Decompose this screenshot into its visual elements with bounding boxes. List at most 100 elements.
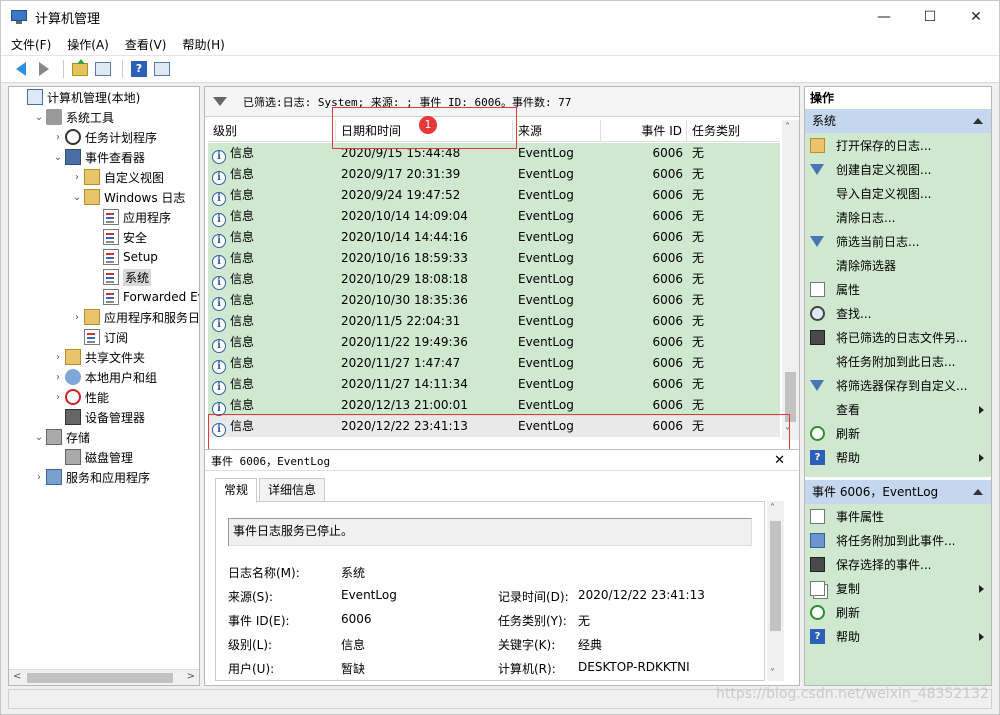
table-row[interactable]: i 信息 2020/11/27 14:11:34 EventLog 6006 无 [208, 374, 780, 395]
show-hide-console-tree-button[interactable] [93, 59, 113, 79]
column-level[interactable]: 级别 [208, 120, 336, 142]
tree-item[interactable]: › 性能 [51, 387, 109, 407]
tree-item[interactable]: 设备管理器 [51, 407, 145, 427]
action-item[interactable]: 事件属性 [805, 505, 991, 529]
menu-view[interactable]: 查看(V) [125, 36, 167, 53]
action-item[interactable]: 导入自定义视图... [805, 182, 991, 206]
tree-item[interactable]: ⌄ 存储 [32, 427, 90, 447]
action-item[interactable]: 将任务附加到此事件... [805, 529, 991, 553]
action-item[interactable]: 将已筛选的日志文件另... [805, 326, 991, 350]
back-button[interactable] [11, 59, 31, 79]
table-row[interactable]: i 信息 2020/9/17 20:31:39 EventLog 6006 无 [208, 164, 780, 185]
scroll-up-icon[interactable]: ˄ [770, 503, 775, 514]
expand-toggle-icon[interactable]: › [70, 312, 84, 323]
tree-item[interactable]: 系统 [89, 267, 152, 287]
action-item[interactable]: 创建自定义视图... [805, 158, 991, 182]
action-item[interactable]: 保存选择的事件... [805, 553, 991, 577]
forward-button[interactable] [34, 59, 54, 79]
minimize-button[interactable]: — [861, 1, 907, 33]
action-item[interactable]: 刷新 [805, 422, 991, 446]
tree-item[interactable]: 安全 [89, 227, 147, 247]
tree-item[interactable]: › 任务计划程序 [51, 127, 157, 147]
actions-section-system[interactable]: 系统 [805, 109, 991, 133]
actions-section-event[interactable]: 事件 6006，EventLog [805, 480, 991, 504]
up-one-level-button[interactable] [70, 58, 90, 79]
expand-toggle-icon[interactable]: › [51, 372, 65, 383]
action-item[interactable]: 查看 [805, 398, 991, 422]
table-row[interactable]: i 信息 2020/10/29 18:08:18 EventLog 6006 无 [208, 269, 780, 290]
table-row[interactable]: i 信息 2020/12/13 21:00:01 EventLog 6006 无 [208, 395, 780, 416]
scroll-up-icon[interactable]: ˄ [785, 122, 790, 133]
close-detail-icon[interactable]: ✕ [774, 450, 785, 472]
expand-toggle-icon[interactable]: › [51, 352, 65, 363]
action-item[interactable]: ? 帮助 [805, 446, 991, 470]
collapse-up-icon[interactable] [973, 118, 983, 124]
tree-item[interactable]: ⌄ 系统工具 [32, 107, 114, 127]
tree-item[interactable]: › 共享文件夹 [51, 347, 145, 367]
tree-horizontal-scrollbar[interactable]: < > [9, 669, 199, 685]
tree-item[interactable]: ⌄ Windows 日志 [70, 187, 185, 207]
table-row[interactable]: i 信息 2020/10/30 18:35:36 EventLog 6006 无 [208, 290, 780, 311]
table-row[interactable]: i 信息 2020/10/16 18:59:33 EventLog 6006 无 [208, 248, 780, 269]
tree-item[interactable]: › 应用程序和服务日志 [70, 307, 199, 327]
action-item[interactable]: 清除日志... [805, 206, 991, 230]
help-button[interactable]: ? [129, 59, 149, 79]
scroll-thumb[interactable] [785, 372, 796, 422]
scroll-down-icon[interactable]: ˅ [785, 427, 790, 438]
table-row[interactable]: i 信息 2020/11/22 19:49:36 EventLog 6006 无 [208, 332, 780, 353]
expand-toggle-icon[interactable]: › [70, 172, 84, 183]
tab-details[interactable]: 详细信息 [259, 478, 326, 502]
tree-item[interactable]: Forwarded Eve [89, 287, 199, 307]
action-item[interactable]: 查找... [805, 302, 991, 326]
tree-item[interactable]: 订阅 [70, 327, 128, 347]
action-item[interactable]: ? 帮助 [805, 625, 991, 649]
scroll-thumb[interactable] [770, 521, 781, 631]
scroll-down-icon[interactable]: ˅ [770, 668, 775, 679]
event-grid-scrollbar[interactable]: ˄ ˅ [782, 120, 799, 440]
expand-toggle-icon[interactable]: › [51, 392, 65, 403]
detail-scrollbar[interactable]: ˄ ˅ [767, 501, 784, 681]
action-item[interactable]: 打开保存的日志... [805, 134, 991, 158]
table-row[interactable]: i 信息 2020/9/24 19:47:52 EventLog 6006 无 [208, 185, 780, 206]
expand-toggle-icon[interactable]: ⌄ [51, 152, 65, 163]
action-item[interactable]: 将任务附加到此日志... [805, 350, 991, 374]
menu-file[interactable]: 文件(F) [11, 36, 51, 53]
action-item[interactable]: 属性 [805, 278, 991, 302]
menu-help[interactable]: 帮助(H) [182, 36, 224, 53]
table-row[interactable]: i 信息 2020/10/14 14:09:04 EventLog 6006 无 [208, 206, 780, 227]
tree-item[interactable]: 计算机管理(本地) [13, 87, 140, 107]
table-row[interactable]: i 信息 2020/12/22 23:41:13 EventLog 6006 无 [208, 416, 780, 437]
action-item[interactable]: 刷新 [805, 601, 991, 625]
scroll-thumb[interactable] [27, 673, 173, 683]
column-event-id[interactable]: 事件 ID [601, 120, 687, 142]
tree-item[interactable]: › 自定义视图 [70, 167, 164, 187]
action-item[interactable]: 将筛选器保存到自定义... [805, 374, 991, 398]
show-hide-action-pane-button[interactable] [152, 59, 172, 79]
expand-toggle-icon[interactable]: › [51, 132, 65, 143]
close-button[interactable]: ✕ [953, 1, 999, 33]
action-item[interactable]: 清除筛选器 [805, 254, 991, 278]
expand-toggle-icon[interactable]: ⌄ [70, 192, 84, 203]
tree-item[interactable]: Setup [89, 247, 158, 267]
table-row[interactable]: i 信息 2020/10/14 14:44:16 EventLog 6006 无 [208, 227, 780, 248]
menu-action[interactable]: 操作(A) [67, 36, 109, 53]
column-task-category[interactable]: 任务类别 [687, 120, 780, 142]
tree-item[interactable]: ⌄ 事件查看器 [51, 147, 145, 167]
expand-toggle-icon[interactable]: ⌄ [32, 112, 46, 123]
table-row[interactable]: i 信息 2020/9/15 15:44:48 EventLog 6006 无 [208, 143, 780, 164]
maximize-button[interactable]: ☐ [907, 1, 953, 33]
tree-item[interactable]: 应用程序 [89, 207, 171, 227]
table-row[interactable]: i 信息 2020/11/5 22:04:31 EventLog 6006 无 [208, 311, 780, 332]
action-item[interactable]: 筛选当前日志... [805, 230, 991, 254]
collapse-up-icon[interactable] [973, 489, 983, 495]
tree-item[interactable]: › 服务和应用程序 [32, 467, 150, 487]
tree-item[interactable]: 磁盘管理 [51, 447, 133, 467]
expand-toggle-icon[interactable]: › [32, 472, 46, 483]
table-row[interactable]: i 信息 2020/11/27 1:47:47 EventLog 6006 无 [208, 353, 780, 374]
scroll-right-icon[interactable]: > [187, 671, 195, 682]
tree-item[interactable]: › 本地用户和组 [51, 367, 157, 387]
tab-general[interactable]: 常规 [215, 478, 258, 503]
action-item[interactable]: 复制 [805, 577, 991, 601]
column-source[interactable]: 来源 [513, 120, 601, 142]
scroll-left-icon[interactable]: < [13, 671, 21, 682]
